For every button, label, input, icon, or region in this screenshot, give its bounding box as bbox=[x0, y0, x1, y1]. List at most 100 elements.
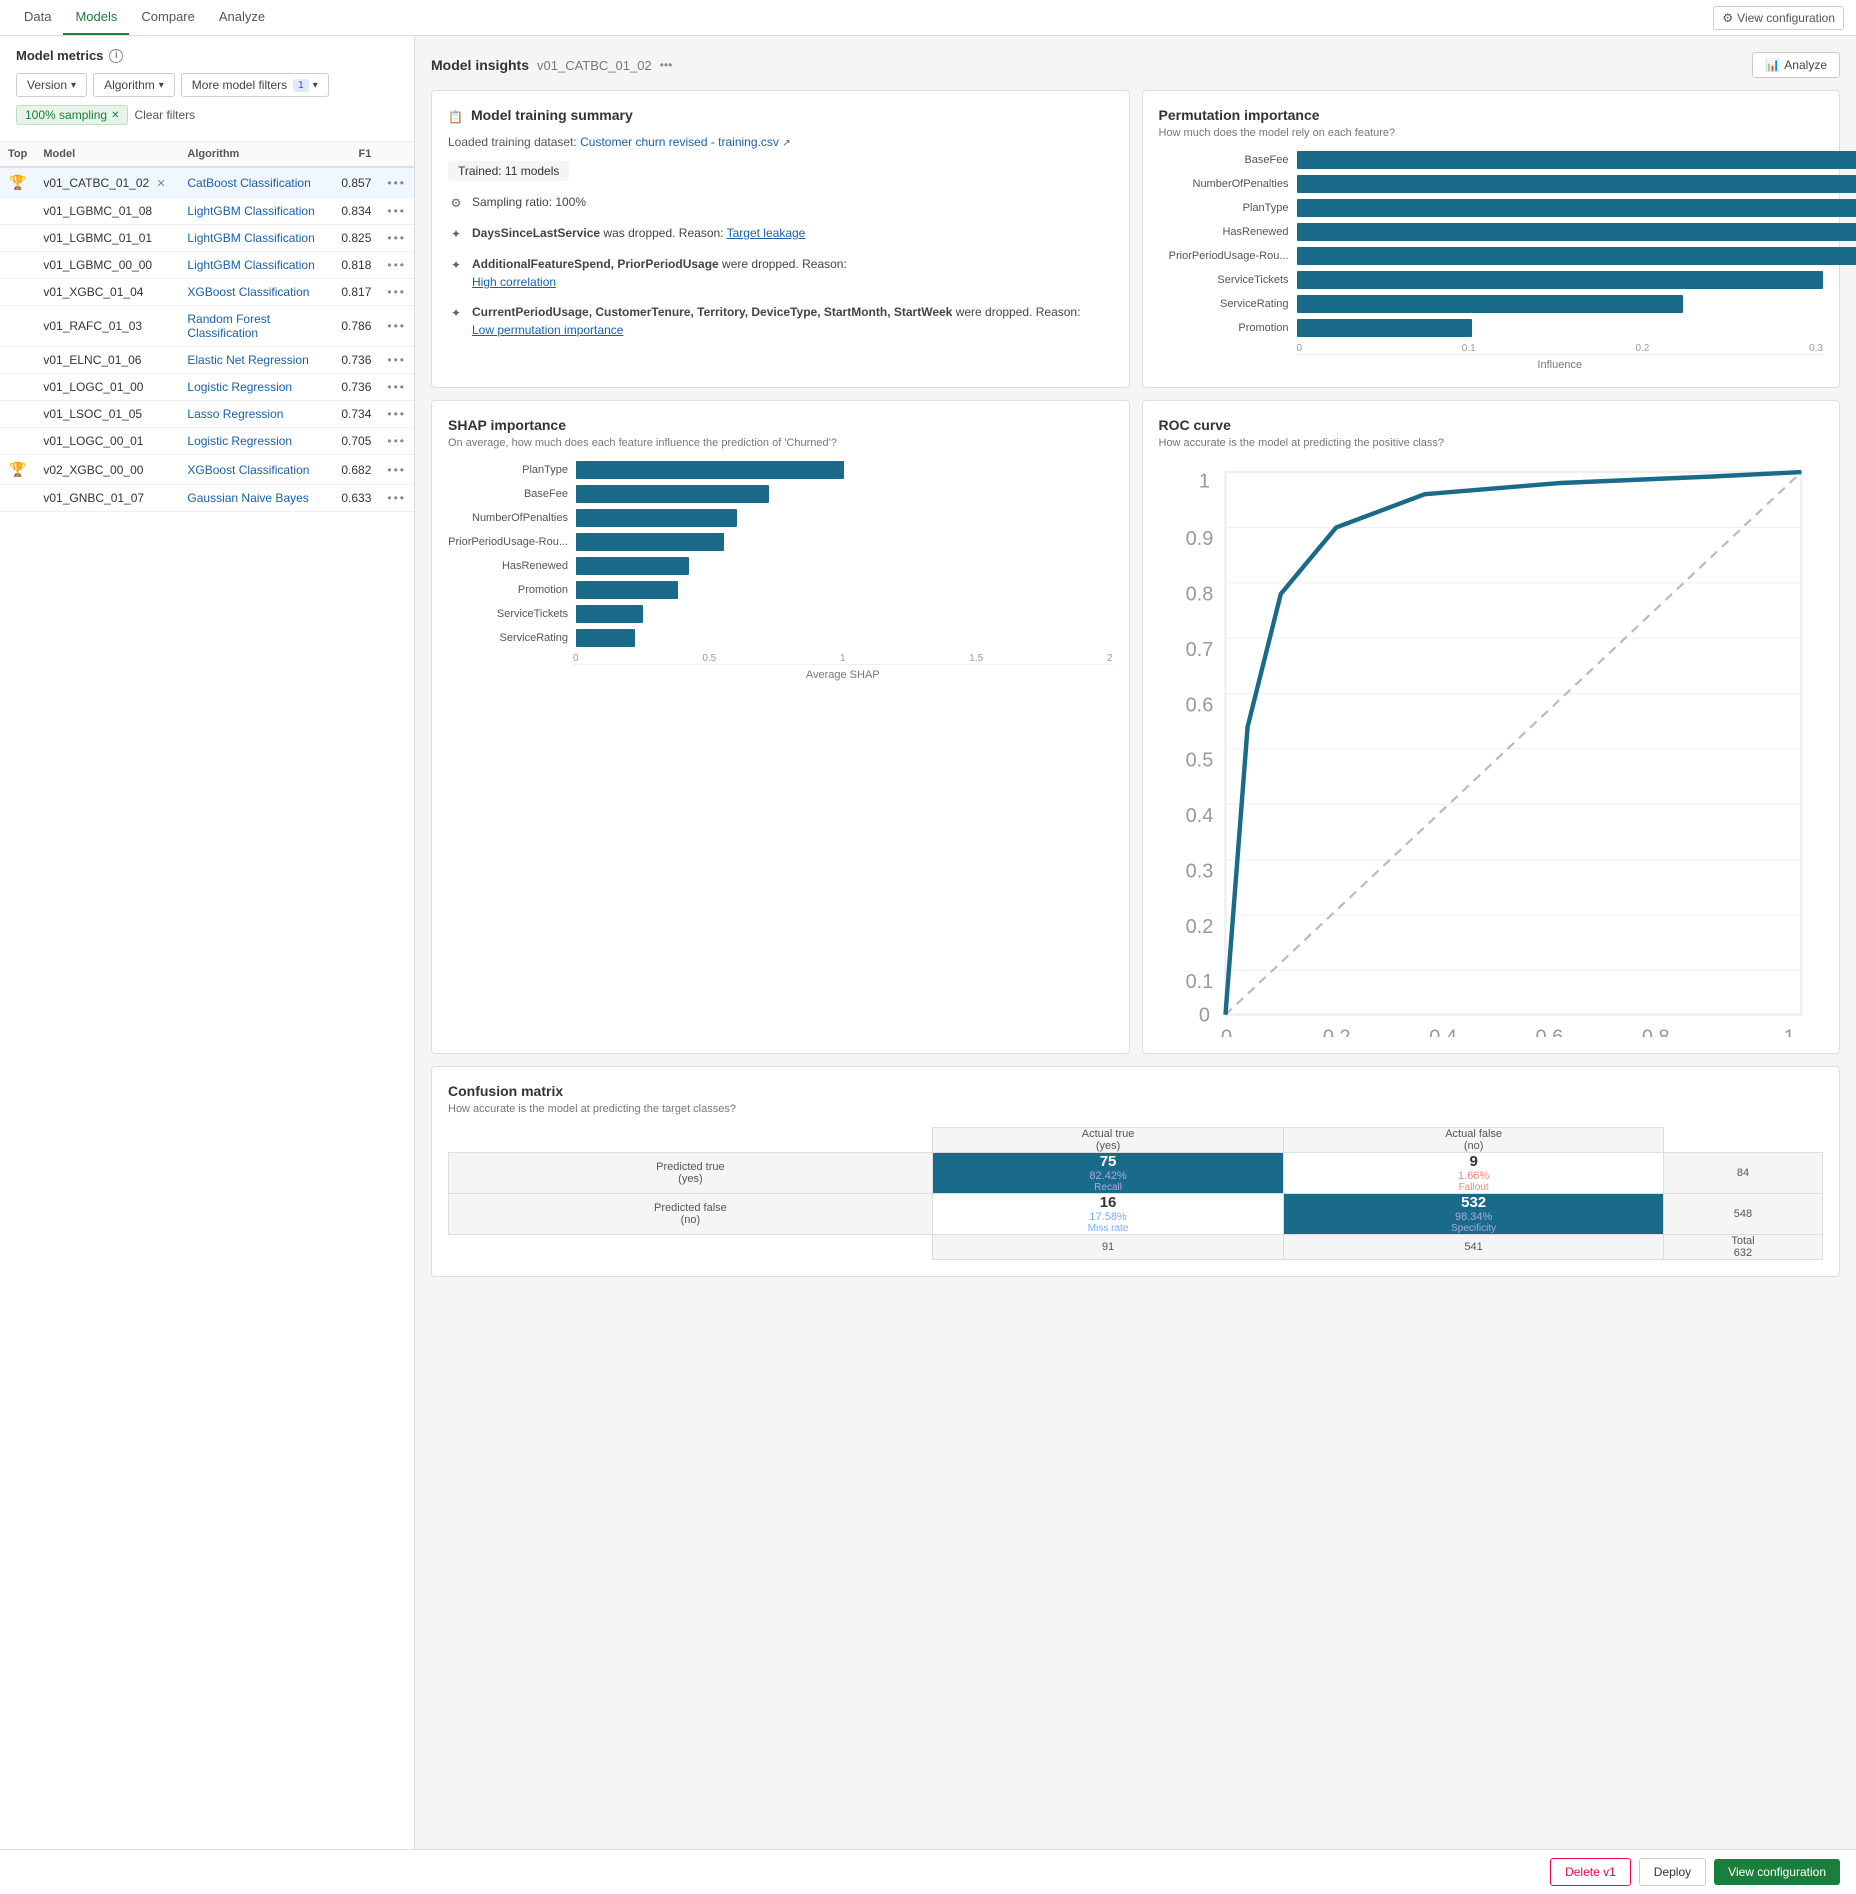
perm-bar-container bbox=[1297, 247, 1824, 265]
model-f1-score: 0.834 bbox=[329, 198, 379, 225]
table-row[interactable]: v01_LOGC_00_01 Logistic Regression 0.705… bbox=[0, 428, 414, 455]
main-layout: Model metrics i Version ▾ Algorithm ▾ Mo… bbox=[0, 36, 1856, 1849]
more-options-button[interactable]: ••• bbox=[387, 231, 406, 245]
shap-bar-fill bbox=[576, 605, 643, 623]
table-row[interactable]: v01_LSOC_01_05 Lasso Regression 0.734 ••… bbox=[0, 401, 414, 428]
model-f1-score: 0.817 bbox=[329, 279, 379, 306]
more-options-button[interactable]: ••• bbox=[387, 491, 406, 505]
high-correlation-link[interactable]: High correlation bbox=[472, 275, 556, 289]
svg-text:0.2: 0.2 bbox=[1185, 916, 1213, 938]
table-row[interactable]: v01_LGBMC_01_01 LightGBM Classification … bbox=[0, 225, 414, 252]
analyze-button[interactable]: 📊 Analyze bbox=[1752, 52, 1840, 78]
nav-models[interactable]: Models bbox=[63, 0, 129, 35]
more-options-icon[interactable]: ••• bbox=[660, 58, 673, 72]
clear-filters-button[interactable]: Clear filters bbox=[134, 108, 195, 122]
svg-text:0: 0 bbox=[1198, 1004, 1209, 1026]
drop-icon-2: ✦ bbox=[448, 256, 464, 274]
algorithm-link[interactable]: Lasso Regression bbox=[187, 407, 283, 421]
shap-bar-row: HasRenewed bbox=[448, 557, 1113, 575]
nav-data[interactable]: Data bbox=[12, 0, 63, 35]
summary-item-dropped-2: ✦ AdditionalFeatureSpend, PriorPeriodUsa… bbox=[448, 255, 1113, 291]
dataset-link[interactable]: Customer churn revised - training.csv bbox=[580, 135, 779, 149]
svg-text:1: 1 bbox=[1198, 471, 1209, 493]
model-algorithm: CatBoost Classification bbox=[179, 167, 329, 198]
roc-subtitle: How accurate is the model at predicting … bbox=[1159, 437, 1824, 449]
algorithm-link[interactable]: Elastic Net Regression bbox=[187, 353, 308, 367]
cm-row-total-2: 548 bbox=[1663, 1193, 1822, 1234]
nav-compare[interactable]: Compare bbox=[129, 0, 206, 35]
algorithm-link[interactable]: CatBoost Classification bbox=[187, 176, 310, 190]
table-row[interactable]: v01_RAFC_01_03 Random Forest Classificat… bbox=[0, 306, 414, 347]
table-row[interactable]: v01_XGBC_01_04 XGBoost Classification 0.… bbox=[0, 279, 414, 306]
table-row[interactable]: v01_ELNC_01_06 Elastic Net Regression 0.… bbox=[0, 347, 414, 374]
info-icon[interactable]: i bbox=[109, 49, 123, 63]
more-options-cell: ••• bbox=[379, 279, 414, 306]
model-name: v01_XGBC_01_04 bbox=[35, 279, 179, 306]
shap-bar-fill bbox=[576, 461, 844, 479]
model-name: v01_ELNC_01_06 bbox=[35, 347, 179, 374]
algorithm-link[interactable]: XGBoost Classification bbox=[187, 285, 309, 299]
more-options-button[interactable]: ••• bbox=[387, 353, 406, 367]
chevron-down-icon: ▾ bbox=[159, 80, 164, 91]
more-options-button[interactable]: ••• bbox=[387, 380, 406, 394]
cm-false-negative: 16 17.58% Miss rate bbox=[932, 1193, 1284, 1234]
svg-text:0.8: 0.8 bbox=[1185, 584, 1213, 606]
table-row[interactable]: v01_LOGC_01_00 Logistic Regression 0.736… bbox=[0, 374, 414, 401]
more-options-button[interactable]: ••• bbox=[387, 407, 406, 421]
nav-analyze[interactable]: Analyze bbox=[207, 0, 277, 35]
perm-bar-fill bbox=[1297, 295, 1683, 313]
shap-bar-fill bbox=[576, 485, 769, 503]
perm-bar-container bbox=[1297, 175, 1824, 193]
roc-title: ROC curve bbox=[1159, 417, 1824, 433]
model-algorithm: Elastic Net Regression bbox=[179, 347, 329, 374]
middle-grid: SHAP importance On average, how much doe… bbox=[431, 400, 1840, 1054]
algorithm-link[interactable]: XGBoost Classification bbox=[187, 463, 309, 477]
algorithm-link[interactable]: Logistic Regression bbox=[187, 434, 292, 448]
more-options-button[interactable]: ••• bbox=[387, 285, 406, 299]
view-config-top-button[interactable]: ⚙ View configuration bbox=[1713, 6, 1844, 30]
model-algorithm: Random Forest Classification bbox=[179, 306, 329, 347]
shap-bar-container bbox=[576, 485, 1113, 503]
more-options-button[interactable]: ••• bbox=[387, 258, 406, 272]
col-f1: F1 bbox=[329, 142, 379, 167]
algorithm-link[interactable]: Logistic Regression bbox=[187, 380, 292, 394]
algorithm-filter-button[interactable]: Algorithm ▾ bbox=[93, 73, 175, 97]
more-options-button[interactable]: ••• bbox=[387, 319, 406, 333]
delete-button[interactable]: Delete v1 bbox=[1550, 1858, 1631, 1886]
external-link-icon: ↗ bbox=[782, 138, 790, 149]
algorithm-link[interactable]: Random Forest Classification bbox=[187, 312, 270, 340]
more-options-button[interactable]: ••• bbox=[387, 434, 406, 448]
table-row[interactable]: v01_LGBMC_01_08 LightGBM Classification … bbox=[0, 198, 414, 225]
more-options-button[interactable]: ••• bbox=[387, 463, 406, 477]
perm-label: BaseFee bbox=[1159, 154, 1289, 166]
more-options-cell: ••• bbox=[379, 198, 414, 225]
version-filter-button[interactable]: Version ▾ bbox=[16, 73, 87, 97]
close-model-icon[interactable]: ✕ bbox=[157, 178, 166, 190]
table-row[interactable]: 🏆 v01_CATBC_01_02 ✕ CatBoost Classificat… bbox=[0, 167, 414, 198]
more-options-button[interactable]: ••• bbox=[387, 204, 406, 218]
more-filters-button[interactable]: More model filters 1 ▾ bbox=[181, 73, 329, 97]
table-row[interactable]: v01_LGBMC_00_00 LightGBM Classification … bbox=[0, 252, 414, 279]
cm-col-total-1: 91 bbox=[932, 1234, 1284, 1259]
algorithm-link[interactable]: Gaussian Naive Bayes bbox=[187, 491, 308, 505]
target-leakage-link[interactable]: Target leakage bbox=[727, 226, 806, 240]
summary-icon: 📋 bbox=[448, 110, 463, 124]
low-permutation-link[interactable]: Low permutation importance bbox=[472, 323, 623, 337]
permutation-subtitle: How much does the model rely on each fea… bbox=[1159, 127, 1824, 139]
perm-bar-row: BaseFee bbox=[1159, 151, 1824, 169]
shap-title: SHAP importance bbox=[448, 417, 1113, 433]
more-options-button[interactable]: ••• bbox=[387, 176, 406, 190]
more-options-cell: ••• bbox=[379, 485, 414, 512]
close-sampling-icon[interactable]: ✕ bbox=[111, 110, 119, 121]
col-top-icon bbox=[0, 485, 35, 512]
model-f1-score: 0.633 bbox=[329, 485, 379, 512]
view-config-bottom-button[interactable]: View configuration bbox=[1714, 1859, 1840, 1885]
algorithm-link[interactable]: LightGBM Classification bbox=[187, 231, 314, 245]
deploy-button[interactable]: Deploy bbox=[1639, 1858, 1706, 1886]
algorithm-link[interactable]: LightGBM Classification bbox=[187, 258, 314, 272]
cm-row-predicted-false: Predicted false(no) bbox=[449, 1193, 933, 1234]
algorithm-link[interactable]: LightGBM Classification bbox=[187, 204, 314, 218]
model-name: v01_LSOC_01_05 bbox=[35, 401, 179, 428]
table-row[interactable]: v01_GNBC_01_07 Gaussian Naive Bayes 0.63… bbox=[0, 485, 414, 512]
table-row[interactable]: 🏆 v02_XGBC_00_00 XGBoost Classification … bbox=[0, 455, 414, 485]
